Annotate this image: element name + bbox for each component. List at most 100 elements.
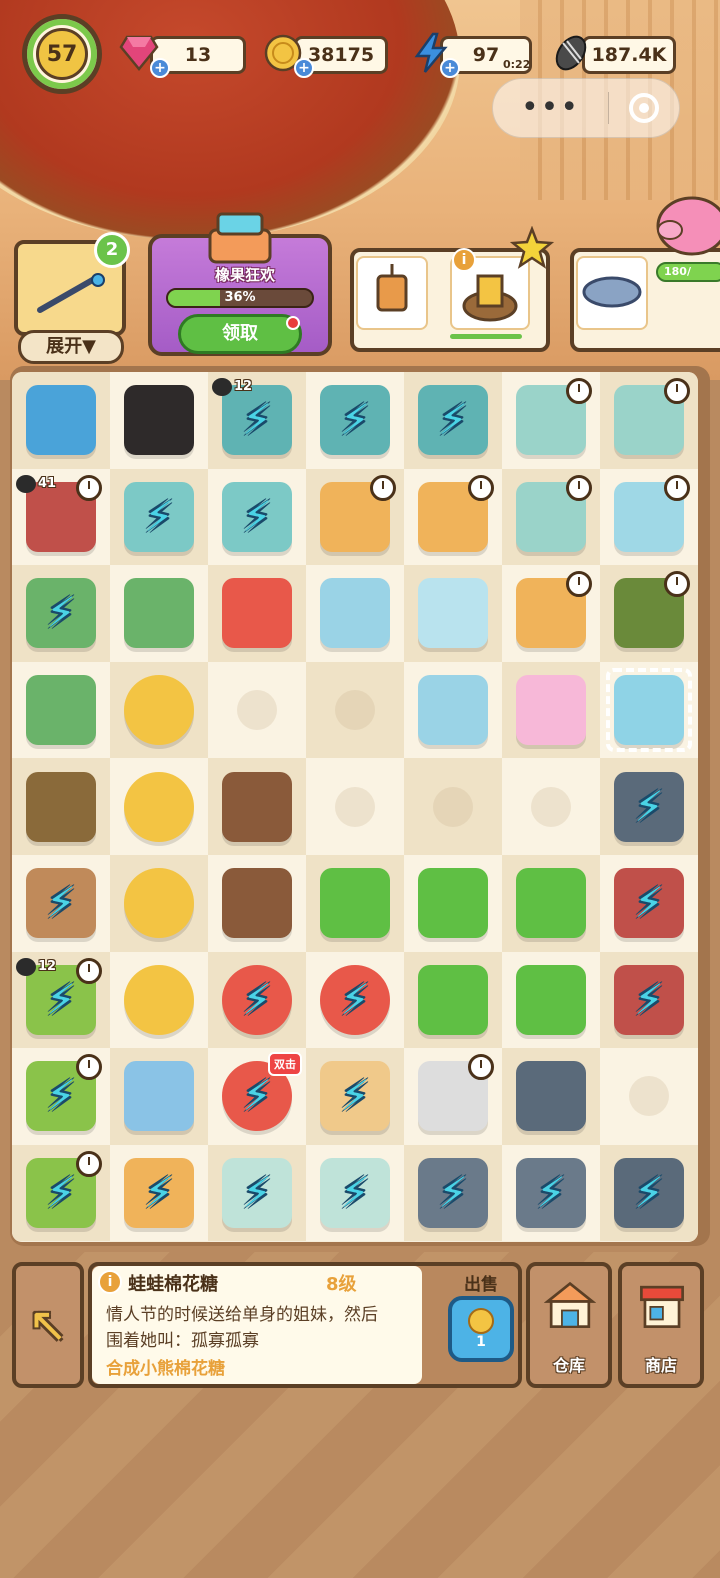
fork-item[interactable] (516, 1061, 586, 1132)
knife-item[interactable] (320, 868, 390, 939)
board-cell[interactable] (600, 1048, 698, 1145)
logs-bolt-item[interactable]: ⚡ (26, 868, 96, 939)
order-info-icon[interactable]: i (452, 248, 476, 272)
board-cell[interactable] (404, 758, 502, 855)
mine-cart-bolt-item[interactable]: ⚡ (614, 1158, 684, 1229)
board-cell[interactable]: ⚡ (306, 1144, 404, 1242)
board-cell[interactable] (12, 372, 110, 469)
board-cell[interactable] (600, 565, 698, 662)
packet-item[interactable] (124, 1061, 194, 1132)
bowl-bolt-item[interactable]: ⚡ (222, 1158, 292, 1229)
expand-button[interactable]: 展开▼ (18, 330, 124, 364)
merge-hint[interactable]: 合成小熊棉花糖 (106, 1354, 225, 1379)
board-cell[interactable] (600, 468, 698, 566)
pot-bolt-item[interactable]: ⚡ (124, 1158, 194, 1229)
board-cell[interactable] (110, 854, 208, 952)
saw-item[interactable] (418, 868, 488, 939)
board-cell[interactable] (110, 372, 208, 469)
board-cell[interactable] (600, 661, 698, 759)
rover-bolt-item[interactable]: ⚡ (418, 1158, 488, 1229)
board-cell[interactable] (208, 758, 306, 855)
board-cell[interactable]: ⚡ (110, 468, 208, 566)
board-cell[interactable]: ⚡ 12 (208, 372, 306, 469)
board-cell[interactable] (306, 758, 404, 855)
board-cell[interactable] (110, 758, 208, 855)
board-cell[interactable] (404, 854, 502, 952)
board-cell[interactable] (208, 854, 306, 952)
board-cell[interactable]: ⚡ (12, 565, 110, 662)
claim-button[interactable]: 领取 (178, 314, 302, 354)
board-cell[interactable]: ⚡ 12 (12, 951, 110, 1049)
board-cell[interactable] (404, 951, 502, 1049)
wheelbarrow-bolt-item[interactable]: ⚡ (614, 868, 684, 939)
toolbox-bolt-item[interactable]: ⚡ (320, 385, 390, 456)
mine-cart-bolt-item[interactable]: ⚡ (614, 771, 684, 842)
paw-mitt-item[interactable] (222, 771, 292, 842)
more-menu-button[interactable]: ••• (493, 83, 608, 133)
board-cell[interactable]: ⚡ (208, 1144, 306, 1242)
sell-button[interactable]: 1 (448, 1296, 514, 1362)
board-cell[interactable]: ⚡ (306, 372, 404, 469)
add-coins-button[interactable]: + (294, 58, 314, 78)
toolbox-bolt-item[interactable]: ⚡ (418, 385, 488, 456)
board-cell[interactable] (306, 565, 404, 662)
board-cell[interactable]: ⚡ (600, 854, 698, 952)
board-cell[interactable] (502, 565, 600, 662)
board-cell[interactable] (110, 661, 208, 759)
board-cell[interactable]: ⚡ (600, 1144, 698, 1242)
add-gems-button[interactable]: + (150, 58, 170, 78)
frog-candy-item[interactable] (614, 675, 684, 746)
board-cell[interactable] (502, 854, 600, 952)
board-cell[interactable] (110, 565, 208, 662)
board-cell[interactable] (110, 1048, 208, 1145)
board-cell[interactable]: ⚡ (404, 1144, 502, 1242)
bolt-orb-red-item[interactable]: ⚡ (222, 964, 292, 1035)
bowl-bolt-item[interactable]: ⚡ (320, 1158, 390, 1229)
candy-jar-item[interactable] (320, 578, 390, 649)
coin-pile-item[interactable] (124, 964, 194, 1035)
coin-item[interactable] (124, 771, 194, 842)
piggy-bank-icon[interactable] (652, 186, 720, 258)
player-level-badge[interactable]: 57 (22, 14, 102, 94)
board-cell[interactable] (502, 372, 600, 469)
starfish-item[interactable] (222, 578, 292, 649)
board-cell[interactable]: ⚡ (404, 372, 502, 469)
bottle-item[interactable] (418, 578, 488, 649)
board-cell[interactable] (404, 468, 502, 566)
arcade-item[interactable] (26, 385, 96, 456)
board-cell[interactable]: ⚡ (12, 1048, 110, 1145)
hand-truck-item[interactable] (418, 964, 488, 1035)
board-cell[interactable]: ⚡ (208, 951, 306, 1049)
board-cell[interactable] (208, 565, 306, 662)
board-cell[interactable] (208, 661, 306, 759)
board-cell[interactable] (404, 1048, 502, 1145)
cotton-candy-item[interactable] (516, 675, 586, 746)
board-cell[interactable] (600, 372, 698, 469)
plant-item[interactable] (124, 578, 194, 649)
gloves-item[interactable] (26, 771, 96, 842)
add-energy-button[interactable]: + (440, 58, 460, 78)
wheelbarrow-bolt-item[interactable]: ⚡ (614, 964, 684, 1035)
board-cell[interactable]: ⚡ 双击 (208, 1048, 306, 1145)
board-cell[interactable] (502, 758, 600, 855)
board-cell[interactable] (12, 661, 110, 759)
rover-bolt-item[interactable]: ⚡ (516, 1158, 586, 1229)
bolt-orb-blue-item[interactable]: ⚡ (320, 964, 390, 1035)
item-info-icon[interactable]: i (98, 1270, 122, 1294)
coins-item[interactable] (124, 868, 194, 939)
marshmallow-item[interactable] (418, 675, 488, 746)
dustpan-item[interactable] (516, 868, 586, 939)
board-cell[interactable] (12, 758, 110, 855)
board-cell[interactable]: ⚡ (208, 468, 306, 566)
paw-mitts-item[interactable] (222, 868, 292, 939)
board-cell[interactable]: ⚡ (110, 1144, 208, 1242)
board-cell[interactable] (404, 661, 502, 759)
board-cell[interactable] (502, 951, 600, 1049)
board-cell[interactable] (306, 854, 404, 952)
shelf-bolt-item[interactable]: ⚡ (124, 481, 194, 552)
board-cell[interactable]: ⚡ (600, 758, 698, 855)
plant-blue-item[interactable] (26, 675, 96, 746)
seed-counter[interactable]: 187.4K (582, 36, 676, 74)
shelf-bolt-item[interactable]: ⚡ (222, 481, 292, 552)
board-cell[interactable] (502, 468, 600, 566)
